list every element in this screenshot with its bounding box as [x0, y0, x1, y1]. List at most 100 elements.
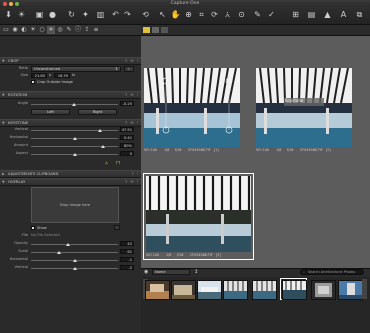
rotate-right-button[interactable]: Right	[78, 109, 117, 115]
keystone-icon[interactable]: ⩑	[222, 10, 233, 20]
overlay-opacity-field[interactable]: 42	[120, 241, 134, 246]
rotation-section-header[interactable]: ▼ ROTATION ? ⟲ ⁝	[0, 91, 141, 99]
viewer-multi-icon[interactable]	[161, 27, 168, 33]
overlay-scale-field[interactable]: 61	[120, 249, 134, 254]
tab-capture-icon[interactable]: ◉	[11, 26, 19, 34]
overlay-horizontal-knob[interactable]	[73, 259, 77, 262]
tab-lens-icon[interactable]: ○	[38, 26, 46, 34]
search-input[interactable]: ⌕ Search Architectural Photos	[300, 269, 364, 275]
keystone-amount-field[interactable]: 80%	[120, 143, 134, 148]
keystone-horizontal-field[interactable]: 0.41	[120, 135, 134, 140]
overlay-section-header[interactable]: ▼ OVERLAY ? ⟲ ⁝	[0, 178, 141, 186]
overlay-show-checkbox[interactable]	[31, 226, 35, 230]
keystone-horizontal-label: Horizontal	[9, 135, 28, 139]
tab-metadata-icon[interactable]: ⓘ	[74, 26, 82, 34]
thumbnail-6[interactable]	[282, 280, 307, 300]
rotate-icon[interactable]: ⟳	[209, 10, 220, 20]
compare-icon[interactable]: ⧉	[354, 10, 365, 20]
browser-scroll-right[interactable]	[362, 279, 367, 299]
reset-icon[interactable]: ⟲	[140, 10, 151, 20]
sort-select[interactable]: Name	[152, 269, 190, 275]
camera-icon[interactable]: ▣	[34, 10, 45, 20]
section-tools-icon[interactable]: ? ⁝	[132, 171, 139, 177]
brush-icon[interactable]: ✎	[252, 10, 263, 20]
keystone-amount-knob[interactable]	[101, 145, 105, 148]
grid-icon[interactable]: ⊞	[290, 10, 301, 20]
viewer-compare-icon[interactable]	[152, 27, 159, 33]
tab-batch-icon[interactable]: ≡	[92, 26, 100, 34]
keystone-horizontal-knob[interactable]	[73, 137, 77, 140]
thumbnail-2[interactable]	[171, 280, 196, 300]
hand-icon[interactable]: ✋	[170, 10, 181, 20]
size-times-label: x	[49, 73, 52, 77]
section-tools-icon[interactable]: ? ⟲ ⁝	[125, 92, 139, 98]
warning-icon[interactable]: ▲	[322, 10, 333, 20]
rotate-left-button[interactable]: Left	[31, 109, 70, 115]
import-icon[interactable]: ⬇	[3, 10, 14, 20]
ratio-lock-icon[interactable]: ⊹	[124, 66, 134, 72]
overlay-opacity-knob[interactable]	[66, 243, 70, 246]
undo-icon[interactable]: ↶	[110, 10, 121, 20]
ratio-select[interactable]: Unconstrained ⇕	[31, 66, 121, 72]
crop-icon[interactable]: ⌗	[196, 10, 207, 20]
lightbulb-icon[interactable]: ☀	[16, 10, 27, 20]
loupe-icon[interactable]: ⊕	[183, 10, 194, 20]
thumbnail-4[interactable]	[223, 280, 248, 300]
tab-details-icon[interactable]: ◎	[56, 26, 64, 34]
tab-local-icon[interactable]: ✎	[65, 26, 73, 34]
section-tools-icon[interactable]: ? ⟲ ⁝	[125, 58, 139, 64]
overlay-scale-track[interactable]	[31, 252, 118, 253]
overlay-opacity-track[interactable]	[31, 244, 118, 245]
star-icon[interactable]: ✦	[80, 10, 91, 20]
viewer-image-1[interactable]	[144, 68, 240, 147]
thumbnail-1[interactable]	[145, 280, 170, 300]
crop-section-header[interactable]: ▼ CROP ? ⟲ ⁝	[0, 57, 141, 65]
keystone-vertical-track[interactable]	[31, 130, 118, 131]
overlay-vertical-knob[interactable]	[73, 267, 77, 270]
adjustments-clipboard-header[interactable]: ▶ ADJUSTMENTS CLIPBOARD ? ⁝	[0, 170, 141, 178]
tab-output-icon[interactable]: ⇪	[83, 26, 91, 34]
section-tools-icon[interactable]: ? ⟲ ⁝	[125, 179, 139, 185]
tab-color-icon[interactable]: ◐	[20, 26, 28, 34]
crop-outside-checkbox[interactable]	[31, 80, 35, 84]
keystone-vertical-tool-icon[interactable]: ⩑	[105, 160, 108, 166]
tab-exposure-icon[interactable]: ☀	[29, 26, 37, 34]
keystone-section-header[interactable]: ▼ KEYSTONE ? ⟲ ⁝	[0, 119, 141, 127]
image-2-aperture: f/16	[287, 148, 294, 152]
picker-icon[interactable]: ✓	[266, 10, 277, 20]
viewer-image-3[interactable]	[146, 176, 251, 252]
section-tools-icon[interactable]: ? ⟲ ⁝	[125, 120, 139, 126]
overlay-grid-icon[interactable]	[114, 225, 120, 230]
thumbnail-7[interactable]	[311, 280, 336, 300]
thumbnail-5[interactable]	[252, 280, 277, 300]
user-icon[interactable]: ●	[47, 10, 58, 20]
overlay-scale-knob[interactable]	[57, 251, 61, 254]
viewer-image-2[interactable]	[256, 68, 352, 147]
viewer-layout-icon[interactable]	[143, 27, 150, 33]
crop-width-field[interactable]: 21.85	[31, 73, 47, 78]
redo-icon[interactable]: ↷	[122, 10, 133, 20]
overlay-drop-zone[interactable]: Drop image here	[31, 187, 119, 223]
eye-icon[interactable]: ◉	[144, 269, 148, 276]
keystone-vertical-knob[interactable]	[98, 129, 102, 132]
text-icon[interactable]: A	[338, 10, 349, 20]
sort-direction-icon[interactable]: ↕	[194, 269, 198, 276]
keystone-aspect-field[interactable]: 0	[120, 151, 134, 156]
keystone-vertical-field[interactable]: 47.51	[120, 127, 134, 132]
overlay-vertical-field[interactable]: -2	[120, 265, 134, 270]
print-icon[interactable]: ▤	[306, 10, 317, 20]
overlay-horizontal-field[interactable]: -1	[120, 257, 134, 262]
spot-icon[interactable]: ⊙	[236, 10, 247, 20]
crop-height-field[interactable]: 16.39	[54, 73, 70, 78]
thumbnail-3[interactable]	[197, 280, 222, 300]
keystone-aspect-knob[interactable]	[73, 153, 77, 156]
refresh-icon[interactable]: ↻	[66, 10, 77, 20]
keystone-horizontal-tool-icon[interactable]: ⊓	[116, 160, 120, 166]
angle-slider-knob[interactable]	[72, 103, 76, 106]
tab-library-icon[interactable]: ▭	[2, 26, 10, 34]
trash-icon[interactable]: ▥	[95, 10, 106, 20]
tab-composition-icon[interactable]: ⌗	[47, 26, 55, 34]
angle-value-field[interactable]: -0.25	[120, 101, 134, 106]
thumbnail-8[interactable]	[338, 280, 363, 300]
pointer-icon[interactable]: ↖	[157, 10, 168, 20]
